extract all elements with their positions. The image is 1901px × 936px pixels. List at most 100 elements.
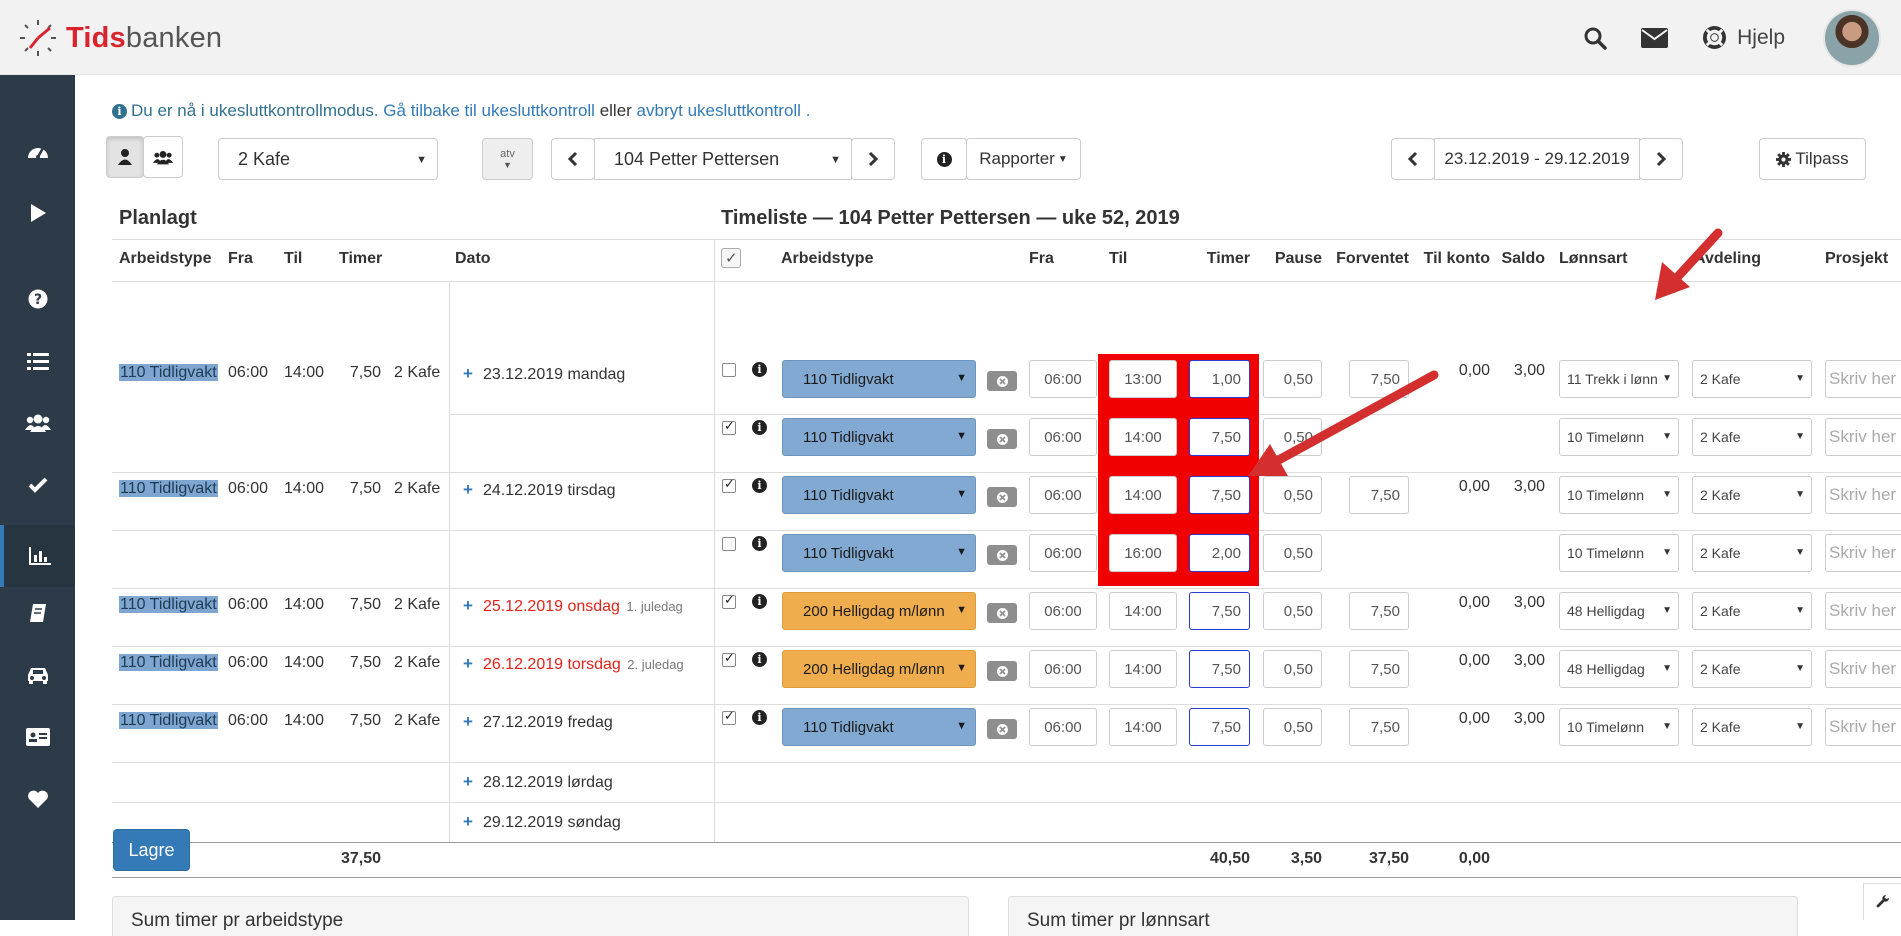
info-icon[interactable]: i bbox=[752, 594, 767, 609]
from-time-input[interactable]: 06:00 bbox=[1029, 650, 1097, 688]
to-time-input[interactable]: 14:00 bbox=[1109, 476, 1177, 514]
department-select[interactable]: 2 Kafe ▼ bbox=[1692, 476, 1812, 514]
group-view-button[interactable] bbox=[143, 136, 183, 178]
from-time-input[interactable]: 06:00 bbox=[1029, 360, 1097, 398]
department-select[interactable]: 2 Kafe ▼ bbox=[1692, 592, 1812, 630]
to-time-input[interactable]: 16:00 bbox=[1109, 534, 1177, 572]
delete-row-button[interactable] bbox=[987, 661, 1017, 681]
expected-input[interactable]: 7,50 bbox=[1349, 592, 1409, 630]
wagetype-select[interactable]: 10 Timelønn ▼ bbox=[1559, 534, 1679, 572]
cancel-week-control-link[interactable]: avbryt ukesluttkontroll bbox=[637, 101, 801, 120]
row-checkbox[interactable] bbox=[722, 537, 736, 551]
info-icon[interactable]: i bbox=[752, 710, 767, 725]
add-entry-icon[interactable]: + bbox=[463, 480, 473, 499]
project-input[interactable]: Skriv her bbox=[1825, 360, 1901, 398]
back-to-week-control-link[interactable]: Gå tilbake til ukesluttkontroll bbox=[383, 101, 595, 120]
info-icon[interactable]: i bbox=[752, 536, 767, 551]
logo[interactable]: Tidsbanken bbox=[18, 18, 222, 58]
reports-button[interactable]: Rapporter ▼ bbox=[966, 138, 1081, 180]
from-time-input[interactable]: 06:00 bbox=[1029, 476, 1097, 514]
prev-week-button[interactable] bbox=[1391, 138, 1435, 180]
project-input[interactable]: Skriv her bbox=[1825, 476, 1901, 514]
project-input[interactable]: Skriv her bbox=[1825, 592, 1901, 630]
worktype-select[interactable]: 200 Helligdag m/lønn ▼ bbox=[782, 592, 976, 630]
bar-chart-icon[interactable] bbox=[0, 525, 75, 587]
hours-input[interactable]: 7,50 bbox=[1189, 650, 1250, 688]
to-time-input[interactable]: 14:00 bbox=[1109, 708, 1177, 746]
department-select[interactable]: 2 Kafe ▼ bbox=[218, 138, 438, 180]
to-time-input[interactable]: 14:00 bbox=[1109, 650, 1177, 688]
wagetype-select[interactable]: 10 Timelønn ▼ bbox=[1559, 418, 1679, 456]
info-icon[interactable]: i bbox=[752, 420, 767, 435]
expected-input[interactable]: 7,50 bbox=[1349, 360, 1409, 398]
save-button[interactable]: Lagre bbox=[113, 829, 190, 871]
hours-input[interactable]: 1,00 bbox=[1189, 360, 1250, 398]
wagetype-select[interactable]: 48 Helligdag ▼ bbox=[1559, 592, 1679, 630]
users-icon[interactable] bbox=[0, 401, 75, 445]
next-week-button[interactable] bbox=[1639, 138, 1683, 180]
from-time-input[interactable]: 06:00 bbox=[1029, 418, 1097, 456]
department-select[interactable]: 2 Kafe ▼ bbox=[1692, 708, 1812, 746]
pause-input[interactable]: 0,50 bbox=[1263, 534, 1322, 572]
from-time-input[interactable]: 06:00 bbox=[1029, 708, 1097, 746]
expected-input[interactable]: 7,50 bbox=[1349, 650, 1409, 688]
pause-input[interactable]: 0,50 bbox=[1263, 360, 1322, 398]
pause-input[interactable]: 0,50 bbox=[1263, 650, 1322, 688]
dashboard-icon[interactable] bbox=[0, 129, 75, 173]
delete-row-button[interactable] bbox=[987, 371, 1017, 391]
car-icon[interactable] bbox=[0, 653, 75, 697]
department-select[interactable]: 2 Kafe ▼ bbox=[1692, 418, 1812, 456]
avatar[interactable] bbox=[1823, 8, 1881, 67]
help-link[interactable]: Hjelp bbox=[1702, 25, 1785, 50]
project-input[interactable]: Skriv her bbox=[1825, 708, 1901, 746]
list-icon[interactable] bbox=[0, 339, 75, 383]
worktype-select[interactable]: 110 Tidligvakt ▼ bbox=[782, 476, 976, 514]
wagetype-select[interactable]: 10 Timelønn ▼ bbox=[1559, 476, 1679, 514]
info-icon[interactable]: i bbox=[752, 652, 767, 667]
department-select[interactable]: 2 Kafe ▼ bbox=[1692, 360, 1812, 398]
hours-input[interactable]: 2,00 bbox=[1189, 534, 1250, 572]
customize-button[interactable]: Tilpass bbox=[1759, 138, 1866, 180]
atv-button[interactable]: atv ▼ bbox=[482, 138, 533, 180]
add-entry-icon[interactable]: + bbox=[463, 654, 473, 673]
add-entry-icon[interactable]: + bbox=[463, 596, 473, 615]
check-icon[interactable] bbox=[0, 463, 75, 507]
project-input[interactable]: Skriv her bbox=[1825, 418, 1901, 456]
pause-input[interactable]: 0,50 bbox=[1263, 708, 1322, 746]
info-icon[interactable]: i bbox=[752, 478, 767, 493]
employee-select[interactable]: 104 Petter Pettersen ▼ bbox=[594, 138, 852, 180]
next-employee-button[interactable] bbox=[851, 138, 895, 180]
row-checkbox[interactable] bbox=[722, 363, 736, 377]
expected-input[interactable]: 7,50 bbox=[1349, 708, 1409, 746]
from-time-input[interactable]: 06:00 bbox=[1029, 534, 1097, 572]
to-time-input[interactable]: 13:00 bbox=[1109, 360, 1177, 398]
department-select[interactable]: 2 Kafe ▼ bbox=[1692, 650, 1812, 688]
add-entry-icon[interactable]: + bbox=[463, 772, 473, 791]
row-checkbox[interactable] bbox=[722, 418, 736, 435]
row-checkbox[interactable] bbox=[722, 708, 736, 725]
hours-input[interactable]: 7,50 bbox=[1189, 418, 1250, 456]
search-icon[interactable] bbox=[1583, 26, 1607, 50]
info-icon[interactable]: i bbox=[752, 362, 767, 377]
project-input[interactable]: Skriv her bbox=[1825, 534, 1901, 572]
prev-employee-button[interactable] bbox=[551, 138, 595, 180]
heart-icon[interactable] bbox=[0, 777, 75, 821]
worktype-select[interactable]: 110 Tidligvakt ▼ bbox=[782, 418, 976, 456]
row-checkbox[interactable] bbox=[722, 476, 736, 493]
worktype-select[interactable]: 110 Tidligvakt ▼ bbox=[782, 360, 976, 398]
select-all-checkbox[interactable] bbox=[721, 248, 741, 268]
row-checkbox[interactable] bbox=[722, 592, 736, 609]
project-input[interactable]: Skriv her bbox=[1825, 650, 1901, 688]
delete-row-button[interactable] bbox=[987, 719, 1017, 739]
to-time-input[interactable]: 14:00 bbox=[1109, 418, 1177, 456]
pause-input[interactable]: 0,50 bbox=[1263, 476, 1322, 514]
delete-row-button[interactable] bbox=[987, 545, 1017, 565]
from-time-input[interactable]: 06:00 bbox=[1029, 592, 1097, 630]
expected-input[interactable]: 7,50 bbox=[1349, 476, 1409, 514]
question-icon[interactable]: ? bbox=[0, 277, 75, 321]
wagetype-select[interactable]: 11 Trekk i lønn ▼ bbox=[1559, 360, 1679, 398]
hours-input[interactable]: 7,50 bbox=[1189, 708, 1250, 746]
add-entry-icon[interactable]: + bbox=[463, 812, 473, 831]
book-icon[interactable] bbox=[0, 591, 75, 635]
mail-icon[interactable] bbox=[1641, 27, 1669, 48]
